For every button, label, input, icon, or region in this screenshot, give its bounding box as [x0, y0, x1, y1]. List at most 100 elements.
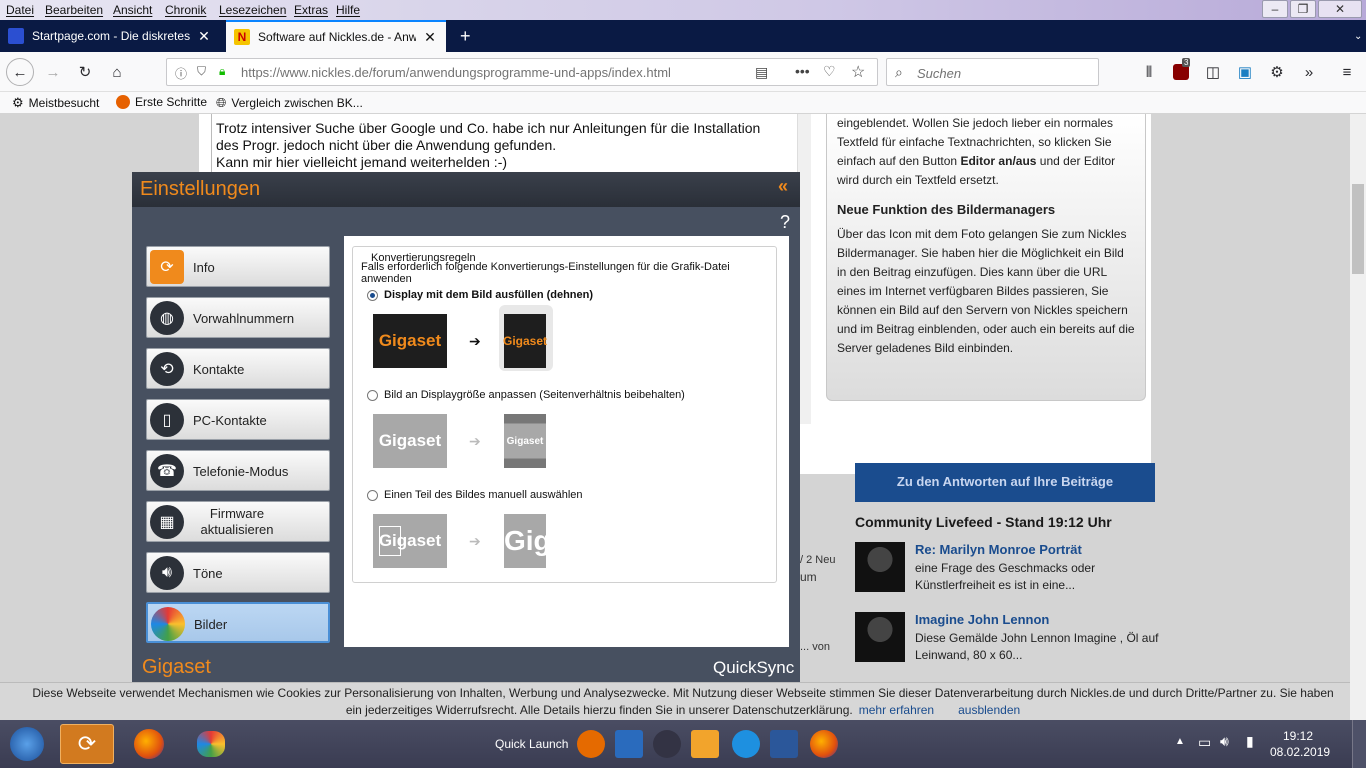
info-icon[interactable]: ⓘ — [175, 65, 187, 82]
radio-fill[interactable] — [367, 289, 378, 301]
nav-label: Info — [193, 260, 215, 275]
radio-fit[interactable] — [367, 389, 378, 401]
firefox-icon[interactable] — [810, 730, 838, 758]
lock-icon[interactable]: 🔒︎ — [219, 64, 225, 79]
arrow-icon: ➔ — [469, 333, 481, 349]
overflow-menu-icon[interactable]: » — [1298, 61, 1320, 83]
sample-result: Gigaset — [504, 414, 546, 468]
tab-list-icon[interactable]: ⌄ — [1346, 20, 1366, 52]
nav-bilder[interactable]: Bilder — [146, 602, 330, 643]
reload-button[interactable]: ↻ — [74, 61, 96, 83]
nav-label: PC-Kontakte — [193, 413, 267, 428]
clock[interactable]: 19:12 08.02.2019 — [1270, 728, 1331, 760]
paint-task[interactable] — [184, 724, 238, 764]
page-actions-icon[interactable]: ••• — [795, 63, 810, 79]
hamburger-menu-icon[interactable]: ≡ — [1336, 61, 1358, 83]
shield-icon[interactable]: ⛉ — [197, 64, 206, 79]
help-bold: Editor an/aus — [960, 154, 1037, 168]
sync-orange-icon: ⟳ — [150, 250, 184, 284]
option-fit[interactable]: Bild an Displaygröße anpassen (Seitenver… — [367, 389, 685, 401]
menu-chronik[interactable]: Chronik — [165, 3, 206, 17]
collapse-icon[interactable]: « — [778, 176, 788, 197]
back-button[interactable]: ← — [6, 58, 34, 86]
cookie-more-link[interactable]: mehr erfahren — [859, 703, 934, 717]
menu-hilfe[interactable]: Hilfe — [336, 3, 360, 17]
feed-title[interactable]: Imagine John Lennon — [915, 612, 1049, 627]
sidebar-icon[interactable]: ◫ — [1202, 61, 1224, 83]
url-bar[interactable]: ⓘ ⛉ 🔒︎ https://www.nickles.de/forum/anwe… — [166, 58, 878, 86]
menu-bearbeiten[interactable]: Bearbeiten — [45, 3, 103, 17]
word-icon[interactable] — [770, 730, 798, 758]
option-fill[interactable]: Display mit dem Bild ausfüllen (dehnen) — [367, 289, 593, 301]
nav-firmware[interactable]: ▦ Firmware aktualisieren — [146, 501, 330, 542]
menu-extras[interactable]: Extras — [294, 3, 328, 17]
firefox-task[interactable] — [122, 724, 176, 764]
brave-icon[interactable] — [577, 730, 605, 758]
nav-pc-kontakte[interactable]: ▯ PC-Kontakte — [146, 399, 330, 440]
pictures-icon — [151, 607, 185, 641]
nav-info[interactable]: ⟳ Info — [146, 246, 330, 287]
ublock-icon[interactable]: 3 — [1170, 58, 1192, 83]
cookie-text: Diese Webseite verwendet Mechanismen wie… — [32, 686, 1334, 700]
show-desktop-button[interactable] — [1352, 720, 1366, 768]
clock-date: 08.02.2019 — [1270, 745, 1331, 759]
home-button[interactable]: ⌂ — [106, 61, 128, 83]
menu-ansicht[interactable]: Ansicht — [113, 3, 152, 17]
nav-toene[interactable]: 🔊︎ Töne — [146, 552, 330, 593]
cookie-banner: Diese Webseite verwendet Mechanismen wie… — [0, 682, 1366, 720]
nav-kontakte[interactable]: ⟲ Kontakte — [146, 348, 330, 389]
nav-label: Bilder — [194, 617, 228, 632]
app-icon[interactable] — [653, 730, 681, 758]
url-text[interactable]: https://www.nickles.de/forum/anwendungsp… — [241, 65, 671, 80]
feed-title[interactable]: Re: Marilyn Monroe Porträt — [915, 542, 1082, 557]
nav-telefonie-modus[interactable]: ☎ Telefonie-Modus — [146, 450, 330, 491]
feed-avatar — [855, 612, 905, 662]
minimize-button[interactable]: – — [1262, 0, 1288, 18]
bookmarks-toolbar: ⚙ Meistbesucht Erste Schritte 🌐︎ Vergleich… — [0, 92, 1366, 114]
search-bar[interactable]: ⌕ Suchen — [886, 58, 1099, 86]
tab-nickles[interactable]: N Software auf Nickles.de - Anwe ✕ — [226, 20, 446, 52]
tray-expand-icon[interactable]: ▲ — [1175, 736, 1185, 747]
extension-gear-icon[interactable]: ⚙ — [1266, 61, 1288, 83]
sync-icon: ⟲ — [150, 352, 184, 386]
power-icon[interactable]: ▮ — [1246, 733, 1254, 750]
help-icon[interactable]: ? — [780, 212, 790, 233]
cookie-hide-link[interactable]: ausblenden — [958, 703, 1020, 717]
settings-dialog: Einstellungen « ? ⟳ Info ◍ Vorwahlnummer… — [132, 172, 800, 682]
reader-view-icon[interactable]: ▤ — [755, 64, 768, 81]
volume-icon[interactable]: 🔊︎ — [1220, 733, 1229, 750]
network-icon[interactable]: ▭ — [1198, 734, 1211, 751]
option-manual[interactable]: Einen Teil des Bildes manuell auswählen — [367, 489, 583, 501]
bookmark-meistbesucht[interactable]: ⚙ Meistbesucht — [12, 95, 99, 111]
post-editor[interactable]: Trotz intensiver Suche über Google und C… — [211, 114, 811, 174]
bookmark-star-icon[interactable]: ☆ — [851, 62, 865, 82]
new-tab-button[interactable]: + — [452, 20, 480, 52]
scrollbar-thumb[interactable] — [1352, 184, 1364, 274]
radio-manual[interactable] — [367, 489, 378, 501]
quicksync-task[interactable]: ⟳ — [60, 724, 114, 764]
bookmark-vergleich[interactable]: 🌐︎ Vergleich zwischen BK... — [216, 95, 363, 111]
start-button[interactable] — [2, 724, 52, 764]
maximize-button[interactable]: ❐ — [1290, 0, 1316, 18]
close-tab-icon[interactable]: ✕ — [422, 29, 438, 45]
menu-datei[interactable]: Datei — [6, 3, 34, 17]
extension-blue-icon[interactable]: ▣ — [1234, 61, 1256, 83]
library-icon[interactable]: ⫴ — [1138, 61, 1160, 83]
ie-icon[interactable] — [732, 730, 760, 758]
tab-startpage[interactable]: Startpage.com - Die diskreteste ✕ — [0, 20, 220, 52]
forward-button[interactable]: → — [42, 61, 64, 83]
antworten-button[interactable]: Zu den Antworten auf Ihre Beiträge — [855, 463, 1155, 502]
sample-result: Gigaset — [503, 314, 547, 368]
outlook-icon[interactable] — [691, 730, 719, 758]
clock-time: 19:12 — [1282, 729, 1314, 743]
konvertierung-group: Konvertierungsregeln Falls erforderlich … — [352, 246, 777, 583]
close-window-button[interactable]: ✕ — [1318, 0, 1362, 18]
pocket-icon[interactable]: ♡ — [823, 63, 836, 80]
firefox-icon — [134, 729, 164, 759]
page-scrollbar[interactable] — [1350, 114, 1366, 720]
close-tab-icon[interactable]: ✕ — [196, 28, 212, 44]
menu-lesezeichen[interactable]: Lesezeichen — [219, 3, 286, 17]
desktop-icon[interactable] — [615, 730, 643, 758]
bookmark-erste-schritte[interactable]: Erste Schritte — [116, 95, 207, 109]
nav-vorwahlnummern[interactable]: ◍ Vorwahlnummern — [146, 297, 330, 338]
